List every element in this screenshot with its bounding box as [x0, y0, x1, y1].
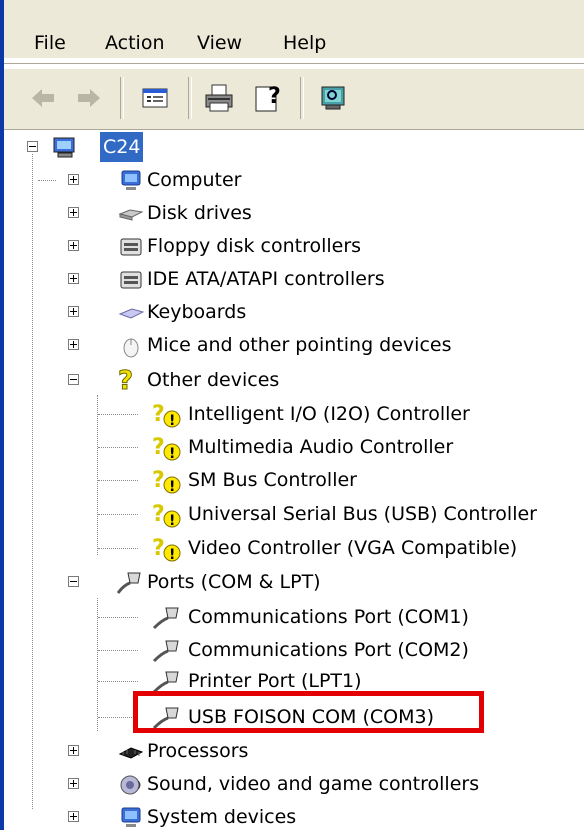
tree-item-label[interactable]: Keyboards	[147, 297, 246, 327]
warning-device-icon: ?!	[150, 465, 184, 495]
tree-item-label[interactable]: Video Controller (VGA Compatible)	[188, 533, 517, 563]
forward-icon[interactable]	[72, 81, 106, 115]
tree-connector	[98, 650, 138, 651]
toolbar-separator	[300, 77, 304, 119]
tree-item-label[interactable]: Communications Port (COM2)	[188, 635, 469, 665]
expand-icon[interactable]	[68, 811, 79, 822]
warning-device-icon: ?!	[150, 432, 184, 462]
tree-connector	[32, 154, 33, 809]
tree-item-label[interactable]: Intelligent I/O (I2O) Controller	[188, 399, 470, 429]
tree-connector	[98, 617, 138, 618]
expand-icon[interactable]	[68, 745, 79, 756]
menu-file[interactable]: File	[34, 30, 66, 56]
tree-connector	[98, 717, 138, 718]
port-icon	[114, 567, 144, 597]
tree-item-label[interactable]: Disk drives	[147, 198, 252, 228]
collapse-icon[interactable]	[27, 141, 38, 152]
expand-icon[interactable]	[68, 273, 79, 284]
processor-icon	[118, 740, 144, 764]
warning-device-icon: ?!	[150, 399, 184, 429]
help-icon[interactable]: ?	[252, 81, 286, 115]
menu-bar: File Action View Help	[4, 0, 584, 58]
scan-hardware-icon[interactable]	[316, 81, 350, 115]
svg-text:!: !	[169, 513, 175, 529]
warning-device-icon: ?!	[150, 499, 184, 529]
back-icon[interactable]	[26, 81, 60, 115]
menu-view[interactable]: View	[197, 30, 242, 56]
svg-text:?: ?	[268, 84, 281, 109]
expand-icon[interactable]	[68, 174, 79, 185]
computer-icon	[118, 169, 144, 193]
svg-text:?: ?	[152, 468, 165, 493]
device-tree: C24 Computer Disk drives Floppy disk con…	[4, 130, 584, 830]
tree-connector	[98, 447, 138, 448]
collapse-icon[interactable]	[68, 374, 79, 385]
system-device-icon	[118, 806, 144, 830]
tree-item-label[interactable]: SM Bus Controller	[188, 465, 357, 495]
menu-help[interactable]: Help	[283, 30, 326, 56]
tree-item-label[interactable]: Universal Serial Bus (USB) Controller	[188, 499, 537, 529]
keyboard-icon	[118, 301, 145, 325]
expand-icon[interactable]	[68, 778, 79, 789]
toolbar: ?	[4, 68, 584, 130]
toolbar-separator	[188, 77, 192, 119]
print-icon[interactable]	[202, 81, 236, 115]
properties-icon[interactable]	[138, 81, 172, 115]
svg-text:?: ?	[118, 366, 133, 395]
tree-connector	[97, 395, 98, 555]
svg-text:!: !	[169, 446, 175, 462]
svg-text:?: ?	[152, 502, 165, 527]
toolbar-separator	[120, 77, 124, 119]
tree-item-label[interactable]: Processors	[147, 736, 248, 766]
warning-device-icon: ?!	[150, 533, 184, 563]
mouse-icon	[118, 334, 144, 358]
tree-connector	[38, 180, 56, 181]
tree-item-label[interactable]: Ports (COM & LPT)	[147, 567, 321, 597]
expand-icon[interactable]	[68, 240, 79, 251]
highlight-annotation-box	[133, 691, 484, 733]
controller-icon	[118, 268, 144, 292]
svg-text:!: !	[169, 413, 175, 429]
tree-connector	[98, 681, 138, 682]
svg-text:?: ?	[152, 435, 165, 460]
tree-item-label[interactable]: System devices	[147, 802, 296, 832]
menu-separator-highlight	[4, 64, 584, 65]
expand-icon[interactable]	[68, 339, 79, 350]
svg-text:?: ?	[152, 536, 165, 561]
tree-connector	[98, 548, 138, 549]
tree-root-label[interactable]: C24	[100, 132, 144, 162]
computer-icon	[52, 136, 78, 160]
tree-connector	[98, 480, 138, 481]
tree-item-label[interactable]: Computer	[147, 165, 241, 195]
port-icon	[150, 602, 184, 632]
tree-item-label[interactable]: Other devices	[147, 365, 279, 395]
tree-item-label[interactable]: Mice and other pointing devices	[147, 330, 451, 360]
expand-icon[interactable]	[68, 207, 79, 218]
controller-icon	[118, 235, 144, 259]
disk-drive-icon	[118, 202, 144, 226]
tree-connector	[98, 514, 138, 515]
tree-item-label[interactable]: Multimedia Audio Controller	[188, 432, 453, 462]
menu-action[interactable]: Action	[105, 30, 165, 56]
sound-icon	[118, 773, 144, 797]
svg-text:!: !	[169, 547, 175, 563]
tree-item-label[interactable]: Communications Port (COM1)	[188, 602, 469, 632]
tree-item-label[interactable]: IDE ATA/ATAPI controllers	[147, 264, 385, 294]
port-icon	[150, 635, 184, 665]
unknown-device-icon: ?	[114, 365, 140, 397]
svg-text:!: !	[169, 479, 175, 495]
tree-connector	[98, 414, 138, 415]
tree-item-label[interactable]: Floppy disk controllers	[147, 231, 361, 261]
svg-text:?: ?	[152, 402, 165, 427]
collapse-icon[interactable]	[68, 576, 79, 587]
tree-item-label[interactable]: Sound, video and game controllers	[147, 769, 479, 799]
expand-icon[interactable]	[68, 306, 79, 317]
